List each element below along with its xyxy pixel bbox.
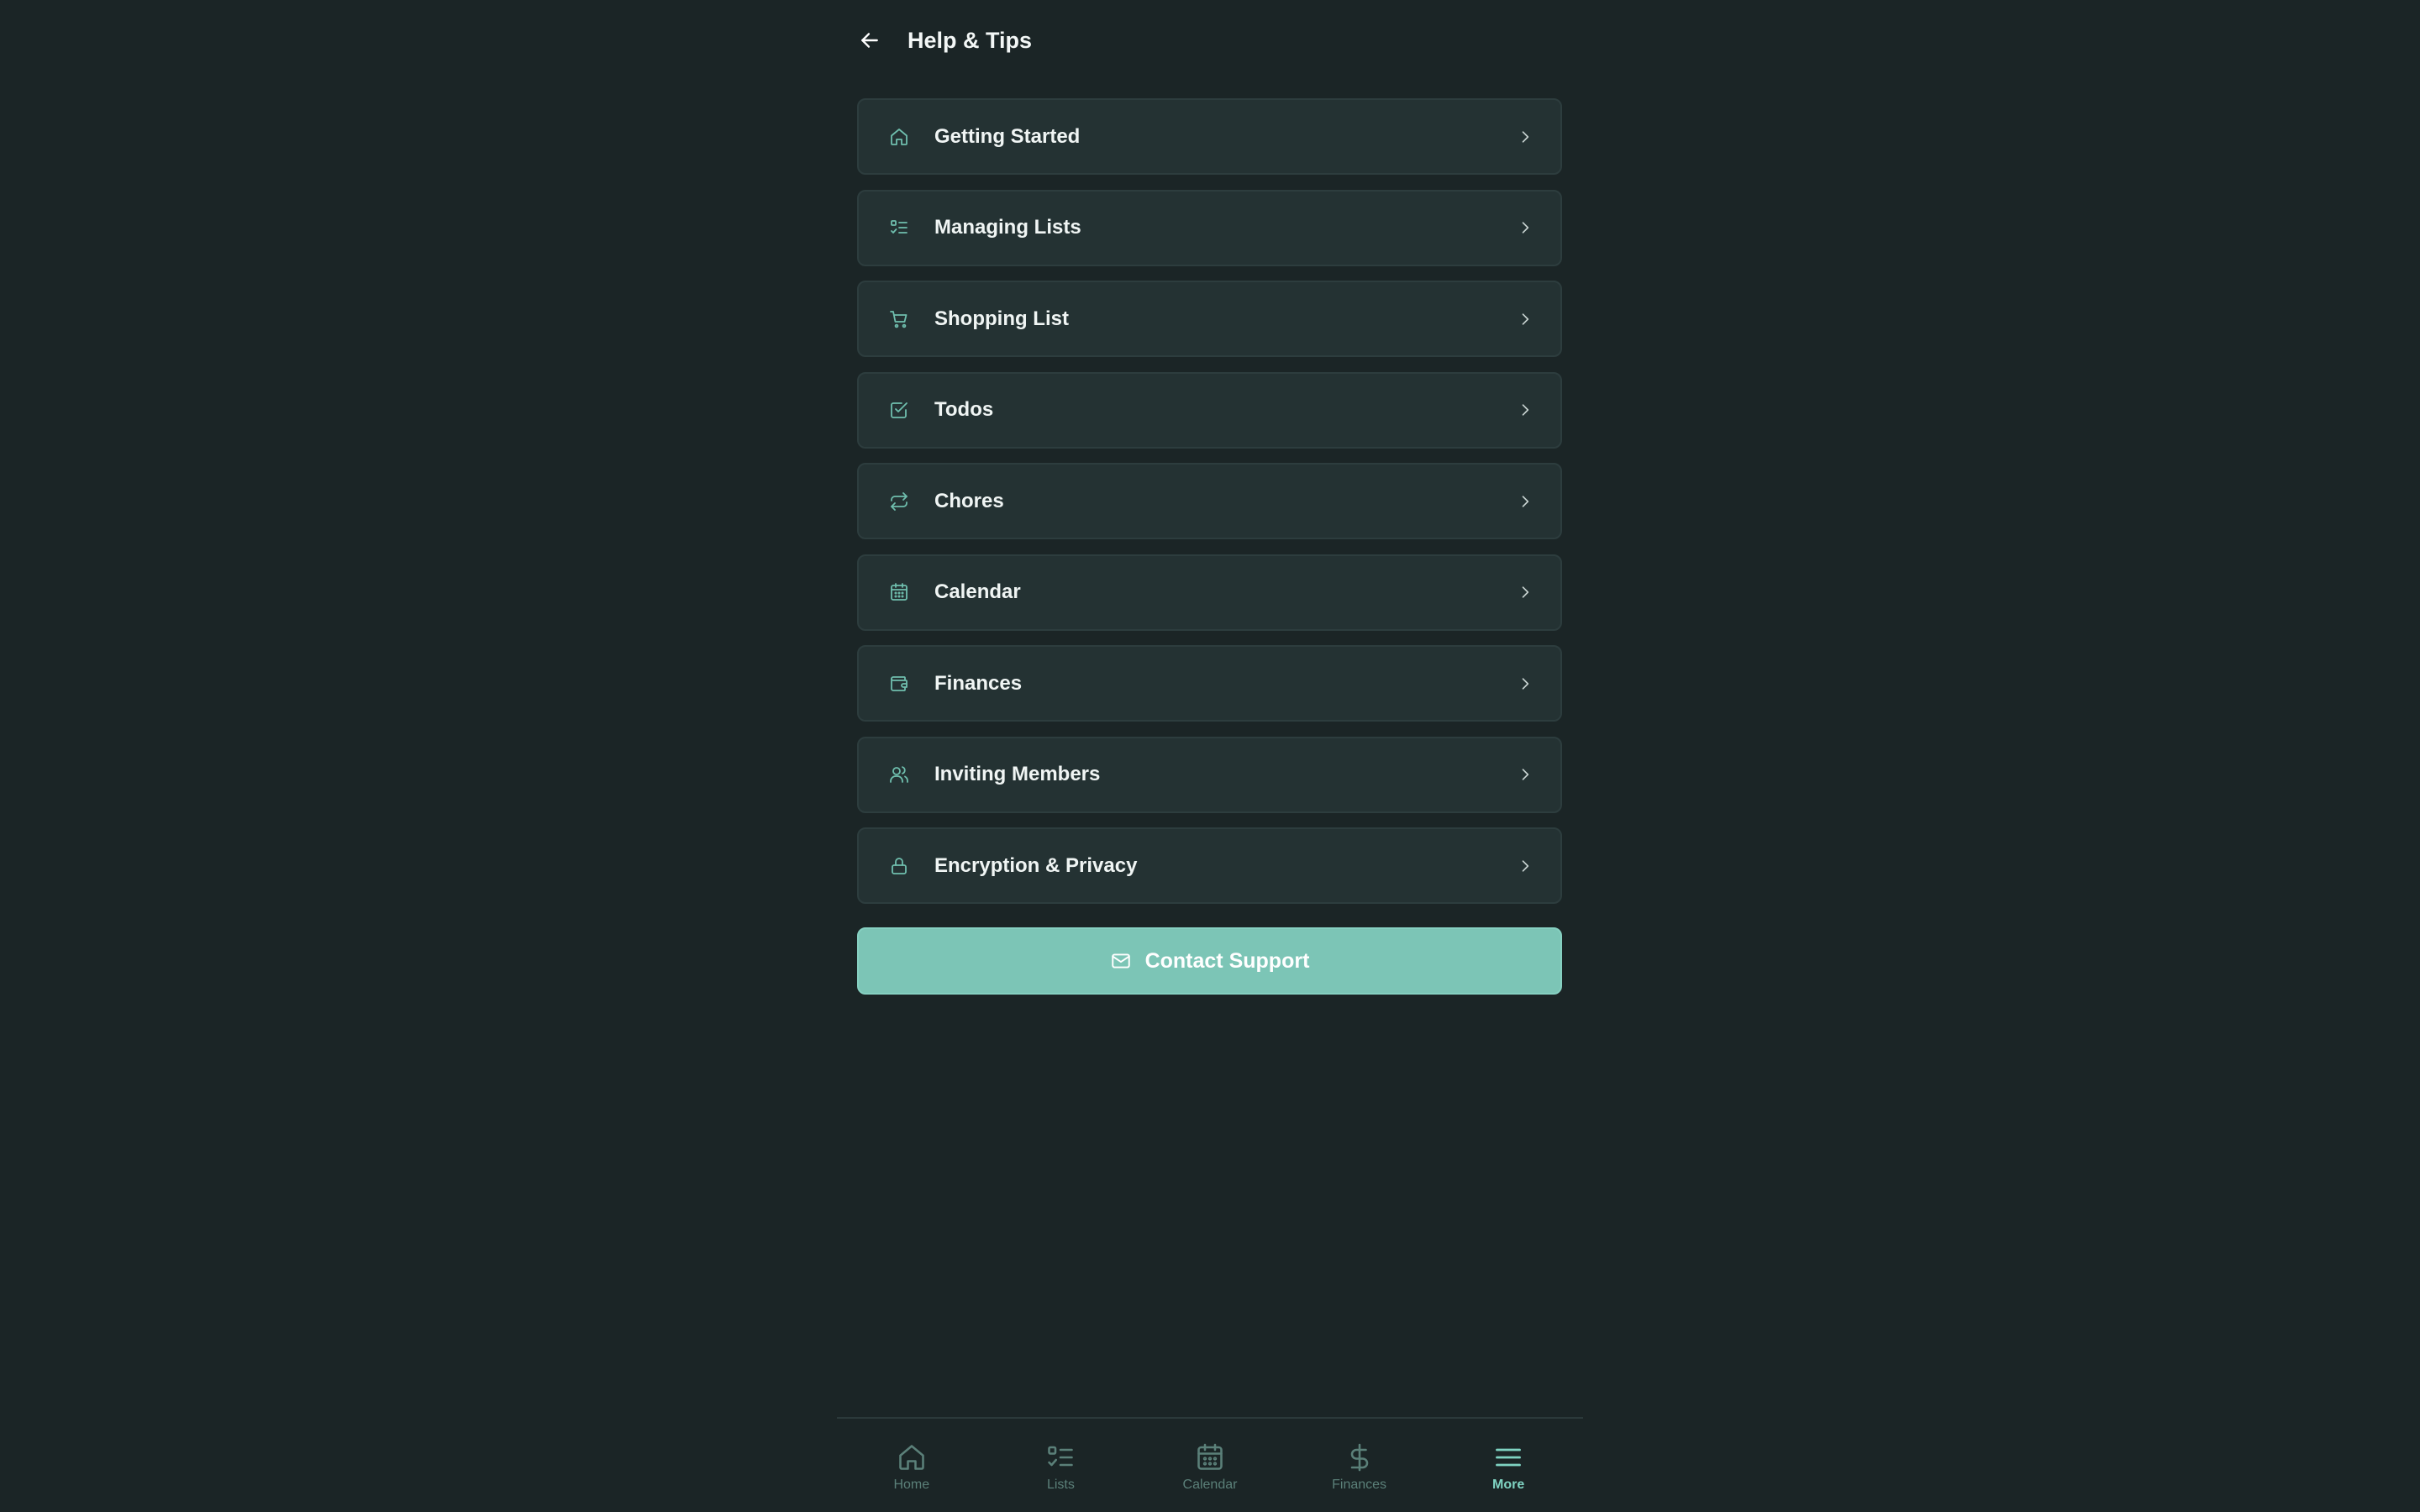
nav-label: Lists [1046, 1478, 1075, 1492]
nav-item-more[interactable]: More [1434, 1419, 1583, 1512]
nav-label: More [1492, 1478, 1525, 1492]
calendar-icon [887, 580, 911, 604]
shopping-cart-icon [887, 307, 911, 331]
calendar-icon [1193, 1441, 1227, 1474]
help-item-label: Inviting Members [934, 763, 1101, 785]
help-item-calendar[interactable]: Calendar [857, 554, 1562, 631]
users-icon [887, 763, 911, 786]
chevron-right-icon [1515, 764, 1535, 785]
chevron-right-icon [1515, 400, 1535, 420]
chevron-right-icon [1515, 674, 1535, 694]
chevron-right-icon [1515, 491, 1535, 512]
app-root: Help & Tips Getting Started Managing Lis… [0, 0, 2420, 1512]
nav-item-calendar[interactable]: Calendar [1135, 1419, 1285, 1512]
bottom-navigation: Home Lists Calendar Finances More [837, 1417, 1583, 1512]
mail-icon [1110, 950, 1132, 972]
home-icon [887, 125, 911, 149]
help-item-label: Calendar [934, 580, 1021, 603]
nav-item-finances[interactable]: Finances [1285, 1419, 1434, 1512]
help-item-getting-started[interactable]: Getting Started [857, 98, 1562, 175]
contact-support-button[interactable]: Contact Support [857, 927, 1562, 995]
contact-support-label: Contact Support [1144, 948, 1310, 973]
help-item-finances[interactable]: Finances [857, 645, 1562, 722]
help-item-label: Shopping List [934, 307, 1069, 330]
nav-item-home[interactable]: Home [837, 1419, 986, 1512]
help-item-label: Getting Started [934, 124, 1081, 148]
header: Help & Tips [857, 18, 1032, 62]
dollar-icon [1343, 1441, 1376, 1474]
menu-icon [1491, 1441, 1525, 1474]
nav-label: Home [893, 1478, 930, 1492]
chevron-right-icon [1515, 856, 1535, 876]
wallet-icon [887, 672, 911, 696]
help-topic-list: Getting Started Managing Lists Shopping … [857, 98, 1562, 919]
help-item-todos[interactable]: Todos [857, 371, 1562, 449]
help-item-encryption-privacy[interactable]: Encryption & Privacy [857, 827, 1562, 904]
checkbox-icon [887, 398, 911, 422]
page-title: Help & Tips [908, 27, 1033, 53]
nav-item-lists[interactable]: Lists [986, 1419, 1136, 1512]
back-button[interactable] [857, 28, 882, 53]
chevron-right-icon [1515, 127, 1535, 147]
list-check-icon [887, 216, 911, 239]
help-item-label: Encryption & Privacy [934, 853, 1138, 877]
help-item-inviting-members[interactable]: Inviting Members [857, 736, 1562, 813]
lock-icon [887, 854, 911, 878]
help-item-managing-lists[interactable]: Managing Lists [857, 189, 1562, 266]
help-item-label: Todos [934, 398, 994, 421]
chevron-right-icon [1515, 218, 1535, 238]
nav-label: Finances [1332, 1478, 1387, 1492]
help-item-shopping-list[interactable]: Shopping List [857, 281, 1562, 357]
help-item-label: Chores [934, 489, 1004, 512]
help-item-chores[interactable]: Chores [857, 463, 1562, 539]
nav-label: Calendar [1182, 1478, 1238, 1492]
repeat-icon [887, 490, 911, 513]
chevron-right-icon [1515, 309, 1535, 329]
list-check-icon [1044, 1441, 1077, 1474]
home-icon [895, 1441, 929, 1474]
help-item-label: Finances [934, 671, 1023, 695]
chevron-right-icon [1515, 582, 1535, 602]
help-item-label: Managing Lists [934, 216, 1081, 239]
arrow-left-icon [861, 33, 878, 48]
